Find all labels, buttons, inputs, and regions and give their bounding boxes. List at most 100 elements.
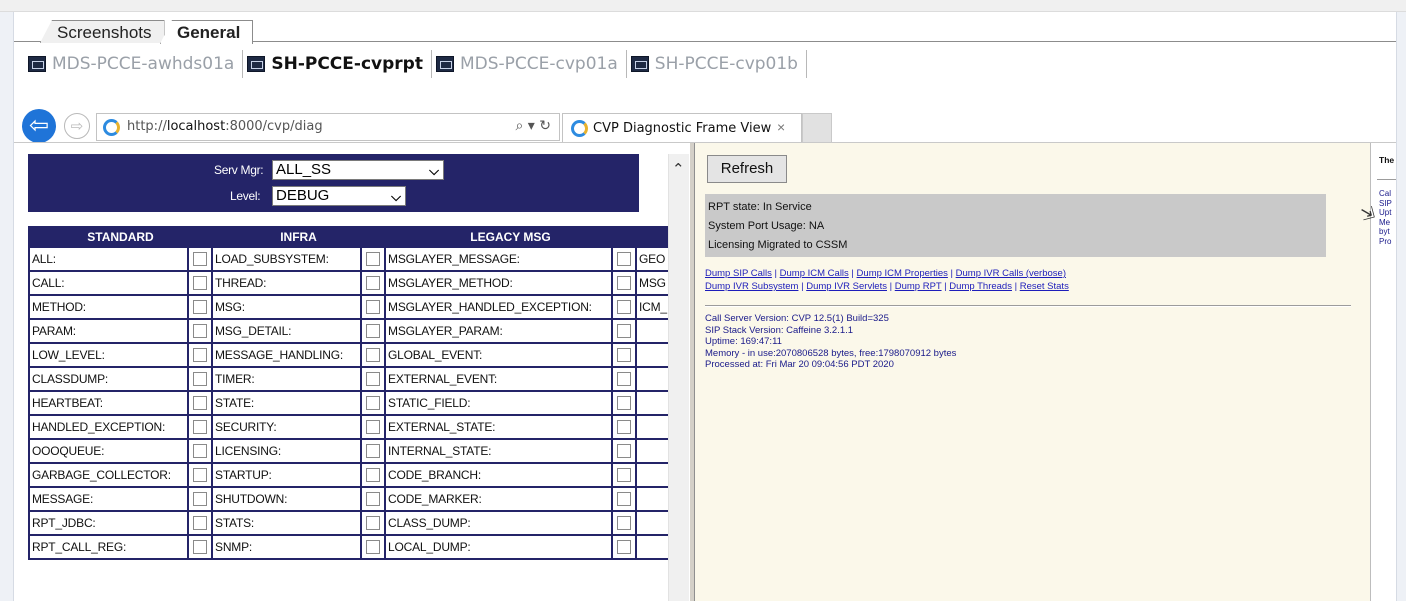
close-icon[interactable]: × [777,119,785,135]
trace-checkbox[interactable] [617,492,632,507]
trace-checkbox-cell [360,486,387,512]
trace-checkbox[interactable] [617,420,632,435]
trace-checkbox[interactable] [617,444,632,459]
link-dump-ivr-calls-verbose[interactable]: Dump IVR Calls (verbose) [956,268,1066,279]
back-button[interactable]: ⇦ [22,109,56,143]
trace-checkbox-cell [360,318,387,344]
secondary-divider [1377,179,1396,180]
trace-checkbox[interactable] [617,252,632,267]
scroll-up-icon[interactable]: ⌃ [672,160,685,178]
reload-icon[interactable]: ↻ [539,118,551,134]
outer-tab-strip: Screenshots General [14,14,1396,44]
search-icon[interactable]: ⌕ [515,118,523,134]
trace-checkbox[interactable] [366,540,381,555]
link-dump-icm-properties[interactable]: Dump ICM Properties [857,268,948,279]
address-tools: ⌕ ▾ ↻ [515,118,551,134]
trace-checkbox[interactable] [193,324,207,339]
trace-checkbox[interactable] [617,300,632,315]
vertical-scrollbar[interactable]: ⌃ [668,154,689,601]
link-dump-ivr-servlets[interactable]: Dump IVR Servlets [806,281,887,292]
trace-option-label: MESSAGE: [28,486,189,512]
state-line: System Port Usage: NA [708,220,825,232]
tab-general[interactable]: General [160,20,254,44]
trace-option-label: OOOQUEUE: [28,438,189,464]
trace-checkbox[interactable] [366,324,381,339]
serv-mgr-value: ALL_SS [276,161,332,178]
trace-checkbox[interactable] [193,348,207,363]
link-dump-ivr-subsystem[interactable]: Dump IVR Subsystem [705,281,798,292]
trace-checkbox[interactable] [193,276,207,291]
trace-checkbox[interactable] [366,516,381,531]
trace-checkbox[interactable] [617,516,632,531]
trace-checkbox[interactable] [366,372,381,387]
session-label: SH-PCCE-cvp01b [654,54,798,74]
link-dump-threads[interactable]: Dump Threads [949,281,1012,292]
overflow-cell: MSG [635,270,671,296]
trace-option-label: EXTERNAL_EVENT: [384,366,614,392]
trace-option-label: RPT_CALL_REG: [28,534,189,560]
browser-tab-title: CVP Diagnostic Frame View [593,121,772,136]
link-dump-rpt[interactable]: Dump RPT [895,281,942,292]
remote-desktop-icon [630,56,649,72]
header-extra [635,226,671,248]
link-reset-stats[interactable]: Reset Stats [1020,281,1069,292]
trace-checkbox[interactable] [617,276,632,291]
trace-checkbox[interactable] [366,348,381,363]
trace-checkbox[interactable] [617,372,632,387]
session-tab-cvp01a[interactable]: MDS-PCCE-cvp01a [432,50,627,78]
trace-checkbox[interactable] [366,252,381,267]
table-row: OOOQUEUE: LICENSING: INTERNAL_STATE: [28,438,671,464]
secondary-line: Pro [1379,236,1392,246]
forward-button[interactable]: ⇨ [64,113,90,139]
tab-screenshots[interactable]: Screenshots [40,20,165,43]
trace-checkbox[interactable] [193,540,207,555]
new-tab-button[interactable] [802,113,832,143]
trace-checkbox[interactable] [366,492,381,507]
trace-checkbox[interactable] [617,468,632,483]
session-tab-cvprpt[interactable]: SH-PCCE-cvprpt [243,50,432,78]
overflow-cell [635,342,671,368]
trace-checkbox-cell [360,438,387,464]
trace-checkbox[interactable] [617,324,632,339]
trace-checkbox-cell [611,414,638,440]
trace-checkbox[interactable] [366,444,381,459]
trace-option-label: LICENSING: [211,438,363,464]
trace-checkbox-cell [611,366,638,392]
browser-tab[interactable]: CVP Diagnostic Frame View × [562,113,802,143]
trace-checkbox[interactable] [193,396,207,411]
trace-checkbox[interactable] [366,468,381,483]
secondary-line: byt [1379,227,1390,236]
trace-checkbox[interactable] [366,276,381,291]
serv-mgr-select[interactable]: ALL_SS ⌵ [272,160,444,180]
trace-checkbox[interactable] [617,348,632,363]
secondary-line: SIP [1379,198,1392,208]
session-tab-awhds01a[interactable]: MDS-PCCE-awhds01a [24,50,244,78]
trace-checkbox-cell [360,270,387,296]
link-dump-sip-calls[interactable]: Dump SIP Calls [705,268,772,279]
trace-checkbox[interactable] [193,420,207,435]
session-tab-cvp01b[interactable]: SH-PCCE-cvp01b [627,50,807,78]
trace-checkbox[interactable] [193,516,207,531]
trace-checkbox[interactable] [193,444,207,459]
trace-checkbox[interactable] [366,420,381,435]
trace-checkbox[interactable] [193,372,207,387]
trace-checkbox[interactable] [193,492,207,507]
address-bar[interactable]: http://localhost:8000/cvp/diag ⌕ ▾ ↻ [96,113,560,141]
secondary-line: Me [1379,217,1391,227]
trace-option-label: LOAD_SUBSYSTEM: [211,246,363,272]
trace-checkbox[interactable] [193,300,207,315]
trace-checkbox[interactable] [193,252,207,267]
refresh-button[interactable]: Refresh [707,155,787,183]
trace-option-label: MSGLAYER_METHOD: [384,270,614,296]
link-dump-icm-calls[interactable]: Dump ICM Calls [780,268,849,279]
trace-checkbox[interactable] [617,540,632,555]
trace-checkbox-cell [611,390,638,416]
trace-checkbox[interactable] [193,468,207,483]
remote-desktop-icon [435,56,454,72]
trace-checkbox[interactable] [366,396,381,411]
trace-checkbox[interactable] [617,396,632,411]
trace-checkbox-cell [611,318,638,344]
level-select[interactable]: DEBUG ⌵ [272,186,406,206]
trace-checkbox[interactable] [366,300,381,315]
level-label: Level: [230,189,261,203]
